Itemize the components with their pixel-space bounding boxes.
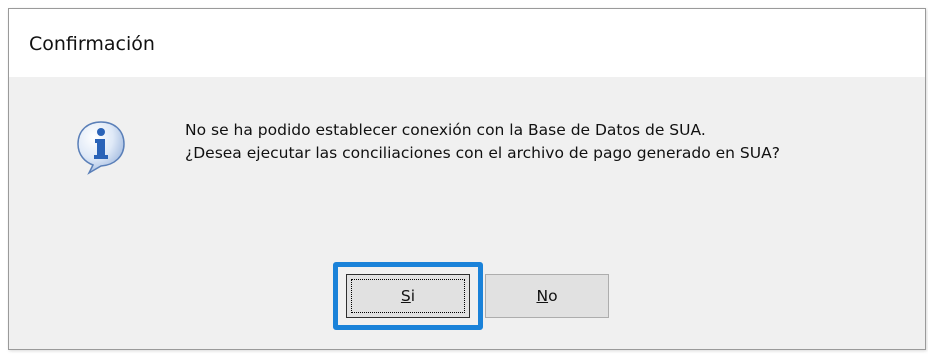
title-bar: Confirmación bbox=[9, 9, 925, 77]
no-label-rest: o bbox=[548, 287, 558, 305]
focus-indicator bbox=[351, 279, 465, 313]
message-line: ¿Desea ejecutar las conciliaciones con e… bbox=[185, 144, 780, 162]
dialog-message: No se ha podido establecer conexión con … bbox=[185, 119, 780, 165]
info-icon bbox=[77, 121, 125, 175]
message-line: No se ha podido establecer conexión con … bbox=[185, 121, 706, 139]
no-button[interactable]: No bbox=[485, 274, 609, 318]
confirmation-dialog: Confirmación No se ha podido establecer … bbox=[8, 8, 926, 350]
no-button-label: No bbox=[536, 287, 557, 305]
dialog-title: Confirmación bbox=[29, 33, 155, 55]
yes-button[interactable]: Si bbox=[346, 274, 470, 318]
no-accelerator-key: N bbox=[536, 287, 549, 305]
